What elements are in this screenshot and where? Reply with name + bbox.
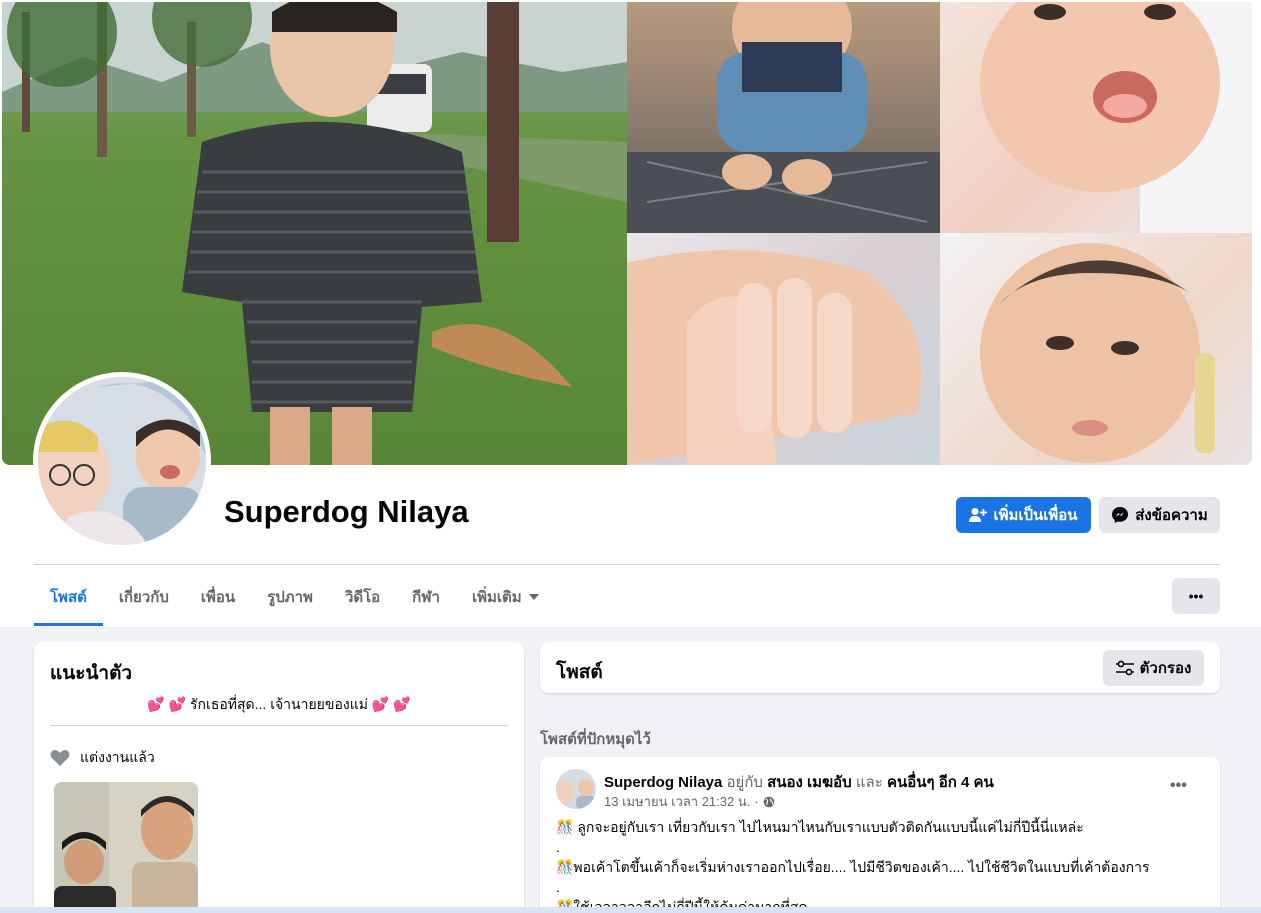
cover-tile-3-illustration <box>627 250 922 465</box>
tab-about[interactable]: เกี่ยวกับ <box>103 568 185 626</box>
intro-divider <box>50 725 508 726</box>
avatar-illustration <box>38 377 206 545</box>
tab-label: กีฬา <box>412 589 440 606</box>
post-timestamp[interactable]: 13 เมษายน เวลา 21:32 น. <box>604 791 750 812</box>
post-with-word: อยู่กับ <box>726 774 763 791</box>
post-avatar-illustration <box>556 769 596 809</box>
tab-label: โพสต์ <box>50 589 87 606</box>
sliders-icon <box>1115 660 1134 676</box>
post-author-avatar[interactable] <box>556 769 596 809</box>
featured-photo-illustration <box>54 782 198 913</box>
intro-card: แนะนำตัว 💕 💕 รักเธอที่สุด... เจ้านายยของ… <box>34 642 524 913</box>
post-line: 🎊 ลูกจะอยู่กับเรา เที่ยวกับเรา ไปไหนมาไห… <box>556 819 1084 835</box>
person-plus-icon <box>969 508 988 522</box>
post-line: . <box>556 879 560 895</box>
pinned-posts-label: โพสต์ที่ปักหมุดไว้ <box>540 731 651 748</box>
featured-photo[interactable] <box>54 782 198 913</box>
cover-photo-baby-hand <box>627 233 940 465</box>
tab-label: วิดีโอ <box>344 589 381 606</box>
post-tagged-others[interactable]: คนอื่นๆ อีก 4 คน <box>887 774 994 791</box>
cover-photo-newborn <box>940 233 1252 465</box>
heart-icon <box>50 750 70 766</box>
tab-posts[interactable]: โพสต์ <box>34 568 103 626</box>
intro-title: แนะนำตัว <box>50 663 133 684</box>
cover-photo-baby-sitting <box>627 2 940 233</box>
posts-header-card: โพสต์ ตัวกรอง <box>540 642 1220 693</box>
tab-sports[interactable]: กีฬา <box>396 568 456 626</box>
tab-label: เพิ่มเติม <box>471 589 522 606</box>
globe-icon <box>763 796 774 807</box>
caret-down-icon <box>528 594 539 600</box>
posts-title: โพสต์ <box>556 662 603 683</box>
tab-label: เพื่อน <box>200 589 236 606</box>
tab-label: เกี่ยวกับ <box>118 589 169 606</box>
post-body: 🎊 ลูกจะอยู่กับเรา เที่ยวกับเรา ไปไหนมาไห… <box>556 817 1196 913</box>
post-and-word: และ <box>855 774 883 791</box>
post-tagged-person[interactable]: สนอง เมฆอับ <box>767 774 852 791</box>
post-meta: 13 เมษายน เวลา 21:32 น. · <box>604 791 775 812</box>
post-options-button[interactable]: ••• <box>1170 777 1187 795</box>
header-divider <box>34 564 1220 565</box>
cover-tile-2-illustration <box>980 2 1252 233</box>
profile-tabs: โพสต์ เกี่ยวกับ เพื่อน รูปภาพ วิดีโอ กีฬ… <box>34 568 555 626</box>
message-label: ส่งข้อความ <box>1135 507 1208 524</box>
tab-more[interactable]: เพิ่มเติม <box>456 568 555 626</box>
tab-videos[interactable]: วิดีโอ <box>329 568 396 626</box>
window-bottom-edge <box>0 907 1261 913</box>
add-friend-button[interactable]: เพิ่มเป็นเพื่อน <box>956 497 1091 533</box>
post-meta-separator: · <box>754 794 759 809</box>
cover-tile-1-illustration <box>627 2 940 233</box>
post-line: . <box>556 839 560 855</box>
relationship-status: แต่งงานแล้ว <box>50 747 155 769</box>
post-card: Superdog Nilaya อยู่กับ สนอง เมฆอับ และ … <box>540 757 1220 913</box>
cover-photo-baby-smiling <box>940 2 1252 233</box>
more-options-dots: ••• <box>1188 588 1204 604</box>
post-author-name[interactable]: Superdog Nilaya <box>604 774 722 791</box>
filter-label: ตัวกรอง <box>1139 660 1192 677</box>
filter-button[interactable]: ตัวกรอง <box>1103 650 1204 686</box>
cover-tile-4-illustration <box>980 243 1215 463</box>
avatar[interactable] <box>38 377 206 545</box>
profile-name: Superdog Nilaya <box>224 494 469 529</box>
tab-photos[interactable]: รูปภาพ <box>251 568 329 626</box>
tab-label: รูปภาพ <box>267 589 313 606</box>
more-options-button[interactable]: ••• <box>1172 578 1220 614</box>
cover-photo[interactable] <box>2 2 1252 465</box>
post-line: 🎊พอเค้าโตขึ้นเค้าก็จะเริ่มห่างเราออกไปเร… <box>556 859 1150 875</box>
tab-friends[interactable]: เพื่อน <box>185 568 251 626</box>
relationship-label: แต่งงานแล้ว <box>80 749 155 765</box>
intro-bio: 💕 💕 รักเธอที่สุด... เจ้านายยของแม่ 💕 💕 <box>147 696 411 712</box>
messenger-icon <box>1112 507 1129 523</box>
add-friend-label: เพิ่มเป็นเพื่อน <box>993 507 1078 524</box>
message-button[interactable]: ส่งข้อความ <box>1099 497 1220 533</box>
